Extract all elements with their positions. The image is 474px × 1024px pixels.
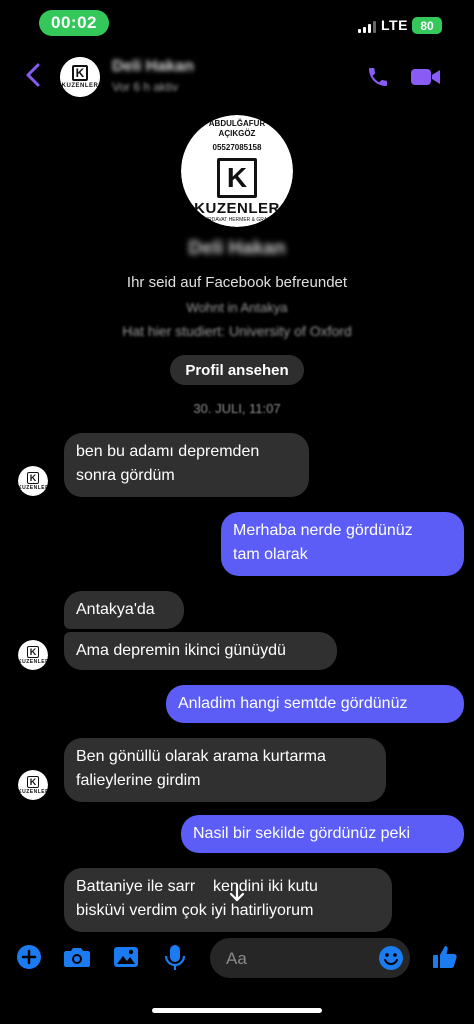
logo-k: K [217, 158, 257, 198]
view-profile-button[interactable]: Profil ansehen [170, 355, 304, 385]
scroll-to-bottom-button[interactable] [221, 877, 253, 909]
message-input-placeholder: Aa [226, 949, 247, 968]
logo-sub: HIRDAVAT HERMER & GRAN [203, 217, 271, 223]
kuzenler-logo-small: K KUZENLER [18, 466, 48, 496]
message-bubble-outgoing[interactable]: Nasil bir sekilde gördünüz peki [181, 815, 464, 853]
plus-circle-icon[interactable] [16, 944, 42, 970]
signal-strength-icon [358, 21, 376, 33]
profile-avatar[interactable]: ABDULĞAFUR AÇIKGÖZ 05527085158 K KUZENLE… [181, 115, 293, 227]
profile-location: Wohnt in Antakya [186, 300, 288, 315]
logo-brand: KUZENLER [18, 659, 48, 665]
message-line: falieylerine girdim [76, 772, 201, 789]
kuzenler-logo-small: K KUZENLER [18, 770, 48, 800]
conversation-header: K KUZENLER Deli Hakan Vor 6 h aktiv [0, 52, 474, 104]
message-line: ben bu adamı depremden [76, 443, 260, 460]
network-type: LTE [381, 17, 408, 33]
video-camera-icon[interactable] [410, 65, 442, 89]
camera-icon[interactable] [63, 944, 91, 970]
message-bubble-outgoing[interactable]: Merhaba nerde gördünüz tam olarak [221, 512, 464, 576]
battery-level: 80 [412, 17, 442, 34]
logo-brand: KUZENLER [194, 200, 280, 217]
message-bubble-incoming[interactable]: Antakya'da [64, 591, 184, 629]
logo-k: K [27, 472, 39, 484]
message-line: Antakya'da [76, 601, 155, 618]
home-indicator [152, 1008, 322, 1013]
phone-icon[interactable] [366, 64, 390, 90]
logo-brand: KUZENLER [61, 83, 99, 89]
thumbs-up-icon[interactable] [432, 944, 458, 970]
logo-k: K [72, 65, 88, 81]
image-icon[interactable] [113, 944, 139, 970]
arrow-down-icon [229, 883, 245, 902]
sender-avatar[interactable]: K KUZENLER [18, 466, 48, 496]
message-line: Nasil bir sekilde gördünüz peki [193, 825, 410, 842]
profile-name: Deli Hakan [188, 238, 286, 259]
message-bubble-outgoing[interactable]: Anladim hangi semtde gördünüz [166, 685, 464, 723]
message-bubble-incoming[interactable]: Ben gönüllü olarak arama kurtarma faliey… [64, 738, 386, 802]
logo-line2: AÇIKGÖZ [218, 129, 256, 138]
call-timer-pill[interactable]: 00:02 [39, 10, 109, 36]
profile-education: Hat hier studiert: University of Oxford [122, 323, 352, 339]
message-input[interactable]: Aa [210, 938, 410, 978]
contact-name[interactable]: Deli Hakan [112, 58, 194, 76]
kuzenler-logo-large: ABDULĞAFUR AÇIKGÖZ 05527085158 K KUZENLE… [181, 115, 293, 227]
logo-line1: ABDULĞAFUR [208, 119, 266, 128]
logo-phone: 05527085158 [212, 143, 262, 152]
message-bubble-incoming[interactable]: ben bu adamı depremden sonra gördüm [64, 433, 309, 497]
message-line: Ama depremin ikinci günüydü [76, 642, 286, 659]
microphone-icon[interactable] [164, 944, 186, 972]
header-avatar[interactable]: K KUZENLER [60, 57, 100, 97]
sender-avatar[interactable]: K KUZENLER [18, 770, 48, 800]
sender-avatar[interactable]: K KUZENLER [18, 640, 48, 670]
message-bubble-incoming[interactable]: Ama depremin ikinci günüydü [64, 632, 337, 670]
logo-k: K [27, 646, 39, 658]
message-line: sonra gördüm [76, 467, 175, 484]
kuzenler-logo: K KUZENLER [60, 57, 100, 97]
smiley-icon[interactable] [378, 945, 404, 971]
logo-brand: KUZENLER [18, 789, 48, 795]
message-line: tam olarak [233, 546, 308, 563]
kuzenler-logo-small: K KUZENLER [18, 640, 48, 670]
friendship-status: Ihr seid auf Facebook befreundet [126, 274, 348, 291]
conversation-timestamp: 30. JULI, 11:07 [193, 401, 281, 416]
message-composer: Aa [0, 936, 474, 982]
contact-active-status: Vor 6 h aktiv [112, 80, 179, 94]
logo-k: K [27, 776, 39, 788]
chevron-left-icon[interactable] [22, 60, 44, 90]
logo-brand: KUZENLER [18, 485, 48, 491]
message-line: Ben gönüllü olarak arama kurtarma [76, 748, 326, 765]
status-bar: 00:02 LTE 80 [0, 0, 474, 44]
message-line: Anladim hangi semtde gördünüz [178, 695, 408, 712]
message-line: Merhaba nerde gördünüz [233, 522, 413, 539]
